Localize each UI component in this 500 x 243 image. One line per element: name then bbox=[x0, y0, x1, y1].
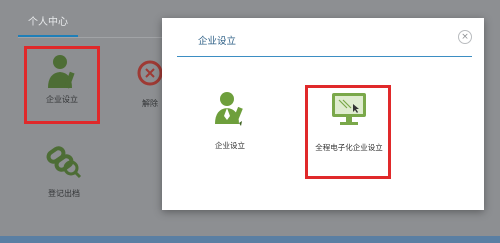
option-label: 企业设立 bbox=[215, 141, 245, 150]
bg-item-label: 登记出档 bbox=[48, 189, 80, 198]
tab-personal-center[interactable]: 个人中心 bbox=[18, 13, 78, 37]
modal-title: 企业设立 bbox=[197, 36, 236, 47]
option-enterprise-setup[interactable]: 企业设立 bbox=[200, 90, 260, 151]
person-pen-icon bbox=[215, 92, 243, 126]
broken-seal-icon bbox=[137, 60, 163, 86]
tab-divider bbox=[18, 37, 178, 38]
bottom-strip bbox=[0, 236, 500, 243]
highlight-box-bg bbox=[24, 46, 100, 124]
close-button[interactable]: × bbox=[458, 30, 472, 44]
modal-title-divider bbox=[177, 56, 472, 57]
bg-item-registration[interactable]: 登记出档 bbox=[34, 144, 94, 199]
chain-search-icon bbox=[46, 146, 82, 179]
modal-dialog: 企业设立 × 企业设立 全程电子化企业设立 bbox=[162, 18, 484, 210]
highlight-box-modal bbox=[305, 85, 391, 179]
